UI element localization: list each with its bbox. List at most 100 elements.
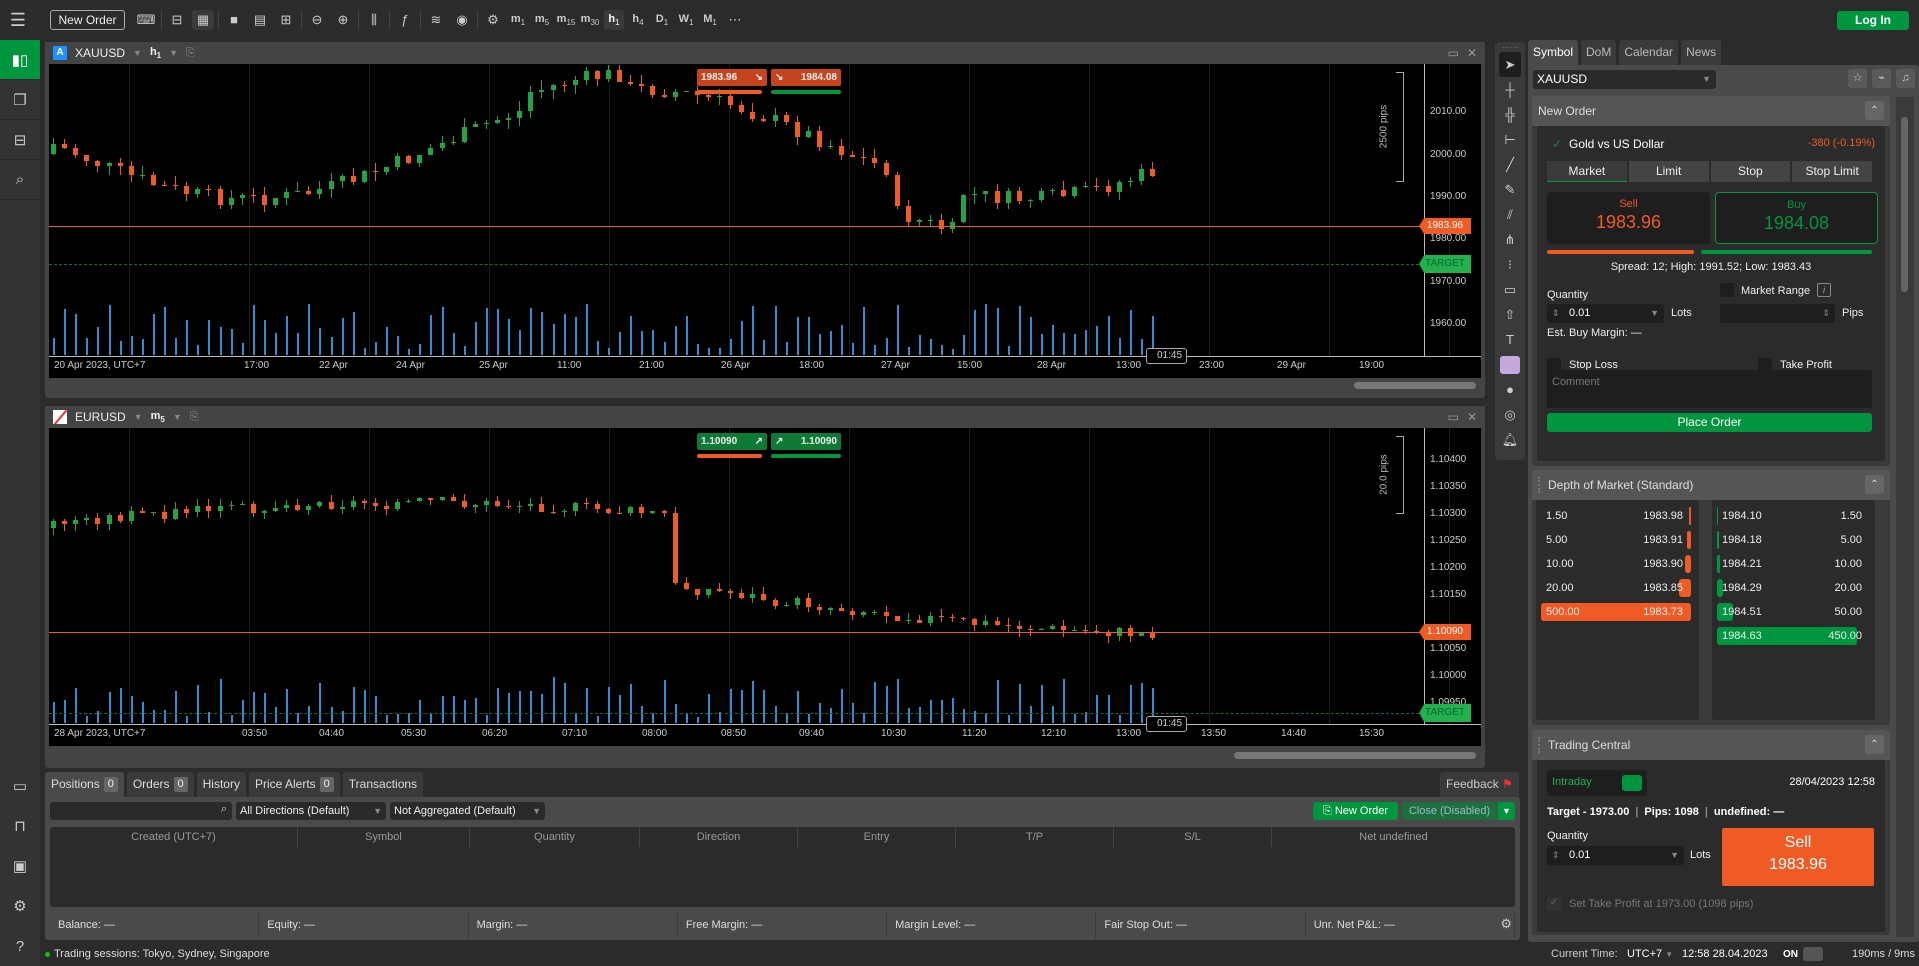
more-icon[interactable]: ⋯ bbox=[724, 10, 746, 30]
close-dropdown-icon[interactable]: ▼ bbox=[1498, 802, 1515, 820]
pips-input[interactable]: ⇕ bbox=[1720, 304, 1835, 323]
eye-icon[interactable]: ◉ bbox=[451, 10, 473, 30]
tab-positions[interactable]: Positions 0 bbox=[45, 772, 124, 797]
timeframe-dropdown-icon[interactable]: ▼ bbox=[169, 48, 178, 58]
stepper-icon[interactable]: ⇕ bbox=[1552, 304, 1560, 323]
briefcase-icon[interactable]: ▭ bbox=[0, 766, 40, 806]
quick-sell-button[interactable]: 1.10090 ↗ bbox=[697, 433, 767, 450]
arrow-up-icon[interactable]: ⇧ bbox=[1495, 302, 1525, 327]
timeframe-m5[interactable]: m5 bbox=[532, 10, 552, 30]
direction-filter[interactable]: All Directions (Default) ▼ bbox=[236, 802, 386, 820]
single-square-icon[interactable]: ■ bbox=[223, 10, 245, 30]
chart-settings-icon[interactable]: ⚙ bbox=[482, 10, 504, 30]
quantity-input[interactable]: ⇕ 0.01 ▼ bbox=[1547, 304, 1664, 323]
column-header[interactable]: Direction bbox=[640, 827, 798, 847]
dom-ask-row[interactable]: 1984.10 1.50 bbox=[1717, 507, 1867, 525]
timeframe-selector[interactable]: m5 bbox=[151, 410, 165, 424]
dom-ask-row[interactable]: 1984.21 10.00 bbox=[1717, 555, 1867, 573]
chevron-down-icon[interactable]: ▼ bbox=[1670, 846, 1679, 865]
stepper-icon[interactable]: ⇕ bbox=[1552, 846, 1560, 865]
drag-grip-icon[interactable]: ⋯⋯ bbox=[1495, 42, 1525, 52]
line-icon[interactable]: ╱ bbox=[1495, 152, 1525, 177]
column-header[interactable]: T/P bbox=[956, 827, 1114, 847]
tab-transactions[interactable]: Transactions bbox=[342, 772, 424, 797]
order-type-market[interactable]: Market bbox=[1547, 161, 1627, 182]
target-tag[interactable]: TARGET bbox=[1419, 704, 1471, 722]
timeframe-m1[interactable]: m1 bbox=[508, 10, 528, 30]
dom-bid-row[interactable]: 10.00 1983.90 bbox=[1541, 555, 1691, 573]
chart-symbol[interactable]: EURUSD bbox=[75, 410, 126, 424]
timezone-select[interactable]: UTC+7 ▼ bbox=[1627, 948, 1673, 960]
place-order-button[interactable]: Place Order bbox=[1547, 413, 1872, 432]
column-header[interactable]: Created (UTC+7) bbox=[50, 827, 298, 847]
column-header[interactable]: Net undefined bbox=[1272, 827, 1515, 847]
indicator-f-icon[interactable]: ƒ bbox=[394, 10, 416, 30]
timeframe-h1[interactable]: h1 bbox=[604, 10, 624, 30]
chart-monitor-icon[interactable]: ⌨ bbox=[135, 10, 157, 30]
candlestick-type-icon[interactable]: ⫼ bbox=[363, 10, 385, 30]
account-settings-gear-icon[interactable]: ⚙ bbox=[1500, 916, 1512, 932]
grid-4-icon[interactable]: ▦ bbox=[192, 10, 214, 30]
rectangle-icon[interactable]: ▭ bbox=[1495, 277, 1525, 302]
maximize-icon[interactable]: ▭ bbox=[1448, 410, 1459, 424]
collapse-icon[interactable]: ⌃ bbox=[1865, 101, 1884, 120]
column-header[interactable]: Symbol bbox=[298, 827, 470, 847]
login-button[interactable]: Log In bbox=[1837, 11, 1909, 30]
timeframe-W1[interactable]: W1 bbox=[676, 10, 696, 30]
set-tp-checkbox[interactable]: ✓ bbox=[1547, 897, 1561, 911]
close-icon[interactable]: ✕ bbox=[1467, 410, 1477, 424]
close-icon[interactable]: ✕ bbox=[1467, 46, 1477, 60]
dom-ask-row[interactable]: 1984.63 450.00 bbox=[1717, 627, 1867, 645]
dom-bid-row[interactable]: 1.50 1983.98 bbox=[1541, 507, 1691, 525]
dom-ask-row[interactable]: 1984.29 20.00 bbox=[1717, 579, 1867, 597]
wallet-icon[interactable]: ▣ bbox=[0, 846, 40, 886]
measure-icon[interactable]: ⊢ bbox=[1495, 127, 1525, 152]
quick-buy-button[interactable]: ↘ 1984.08 bbox=[771, 69, 841, 86]
chart-scrollbar[interactable] bbox=[49, 748, 1481, 762]
chart-scrollbar[interactable] bbox=[49, 378, 1481, 392]
add-chart-icon[interactable]: ⊞ bbox=[275, 10, 297, 30]
positions-new-order-button[interactable]: ⎘ New Order bbox=[1313, 802, 1398, 820]
timeframe-m30[interactable]: m30 bbox=[580, 10, 600, 30]
zoom-in-icon[interactable]: ⊕ bbox=[332, 10, 354, 30]
symbol-dropdown-icon[interactable]: ▼ bbox=[134, 412, 143, 422]
tab-symbol[interactable]: Symbol bbox=[1528, 40, 1579, 65]
crosshair-icon[interactable]: ┼ bbox=[1495, 77, 1525, 102]
dom-bid-row[interactable]: 20.00 1983.85 bbox=[1541, 579, 1691, 597]
analyze-search-icon[interactable]: ⌕ bbox=[0, 160, 40, 200]
intraday-toggle[interactable]: Intraday bbox=[1547, 770, 1647, 796]
feedback-button[interactable]: Feedback ⚑ bbox=[1440, 772, 1519, 797]
dom-ask-row[interactable]: 1984.18 5.00 bbox=[1717, 531, 1867, 549]
broadcast-icon[interactable]: ⎘ bbox=[190, 411, 199, 424]
positions-search-input[interactable]: ⌕ bbox=[50, 802, 232, 820]
scroll-thumb[interactable] bbox=[1234, 752, 1476, 759]
camera-icon[interactable]: ◎ bbox=[1495, 402, 1525, 427]
tab-orders[interactable]: Orders 0 bbox=[126, 772, 194, 797]
copy-icon[interactable]: ❐ bbox=[0, 80, 40, 120]
chart-symbol[interactable]: XAUUSD bbox=[75, 46, 125, 60]
layout-icon[interactable]: ⊟ bbox=[166, 10, 188, 30]
cursor-icon[interactable]: ➤ bbox=[1499, 52, 1521, 77]
opacity-icon[interactable]: ● bbox=[1495, 377, 1525, 402]
symbol-select[interactable]: XAUUSD ▼ bbox=[1533, 70, 1716, 89]
favorite-star-icon[interactable]: ☆ bbox=[1848, 69, 1867, 88]
scroll-thumb[interactable] bbox=[1901, 117, 1908, 292]
sell-price-button[interactable]: Sell 1983.96 bbox=[1547, 192, 1710, 244]
chart-canvas[interactable]: 1.10400 1.10350 1.10300 1.10250 1.10200 1.101… bbox=[49, 428, 1481, 746]
collapse-icon[interactable]: ⌃ bbox=[1865, 735, 1884, 754]
dom-bid-row[interactable]: 500.00 1983.73 bbox=[1541, 603, 1691, 621]
order-type-stop[interactable]: Stop bbox=[1710, 161, 1791, 182]
chevron-down-icon[interactable]: ▼ bbox=[1650, 304, 1659, 323]
new-order-button[interactable]: New Order bbox=[50, 10, 125, 30]
broadcast-icon[interactable]: ⎘ bbox=[186, 47, 195, 60]
buy-price-button[interactable]: Buy 1984.08 bbox=[1715, 192, 1878, 244]
timeframe-dropdown-icon[interactable]: ▼ bbox=[173, 412, 182, 422]
tab-news[interactable]: News bbox=[1681, 40, 1722, 65]
menu-hamburger-icon[interactable]: ☰ bbox=[8, 10, 28, 30]
timeframe-m15[interactable]: m15 bbox=[556, 10, 576, 30]
drag-grip-icon[interactable] bbox=[1538, 477, 1542, 493]
fibonacci-icon[interactable]: ⫽ bbox=[1495, 202, 1525, 227]
color-swatch-icon[interactable] bbox=[1495, 352, 1525, 377]
order-type-stop-limit[interactable]: Stop Limit bbox=[1792, 161, 1872, 182]
maximize-icon[interactable]: ▭ bbox=[1448, 46, 1459, 60]
